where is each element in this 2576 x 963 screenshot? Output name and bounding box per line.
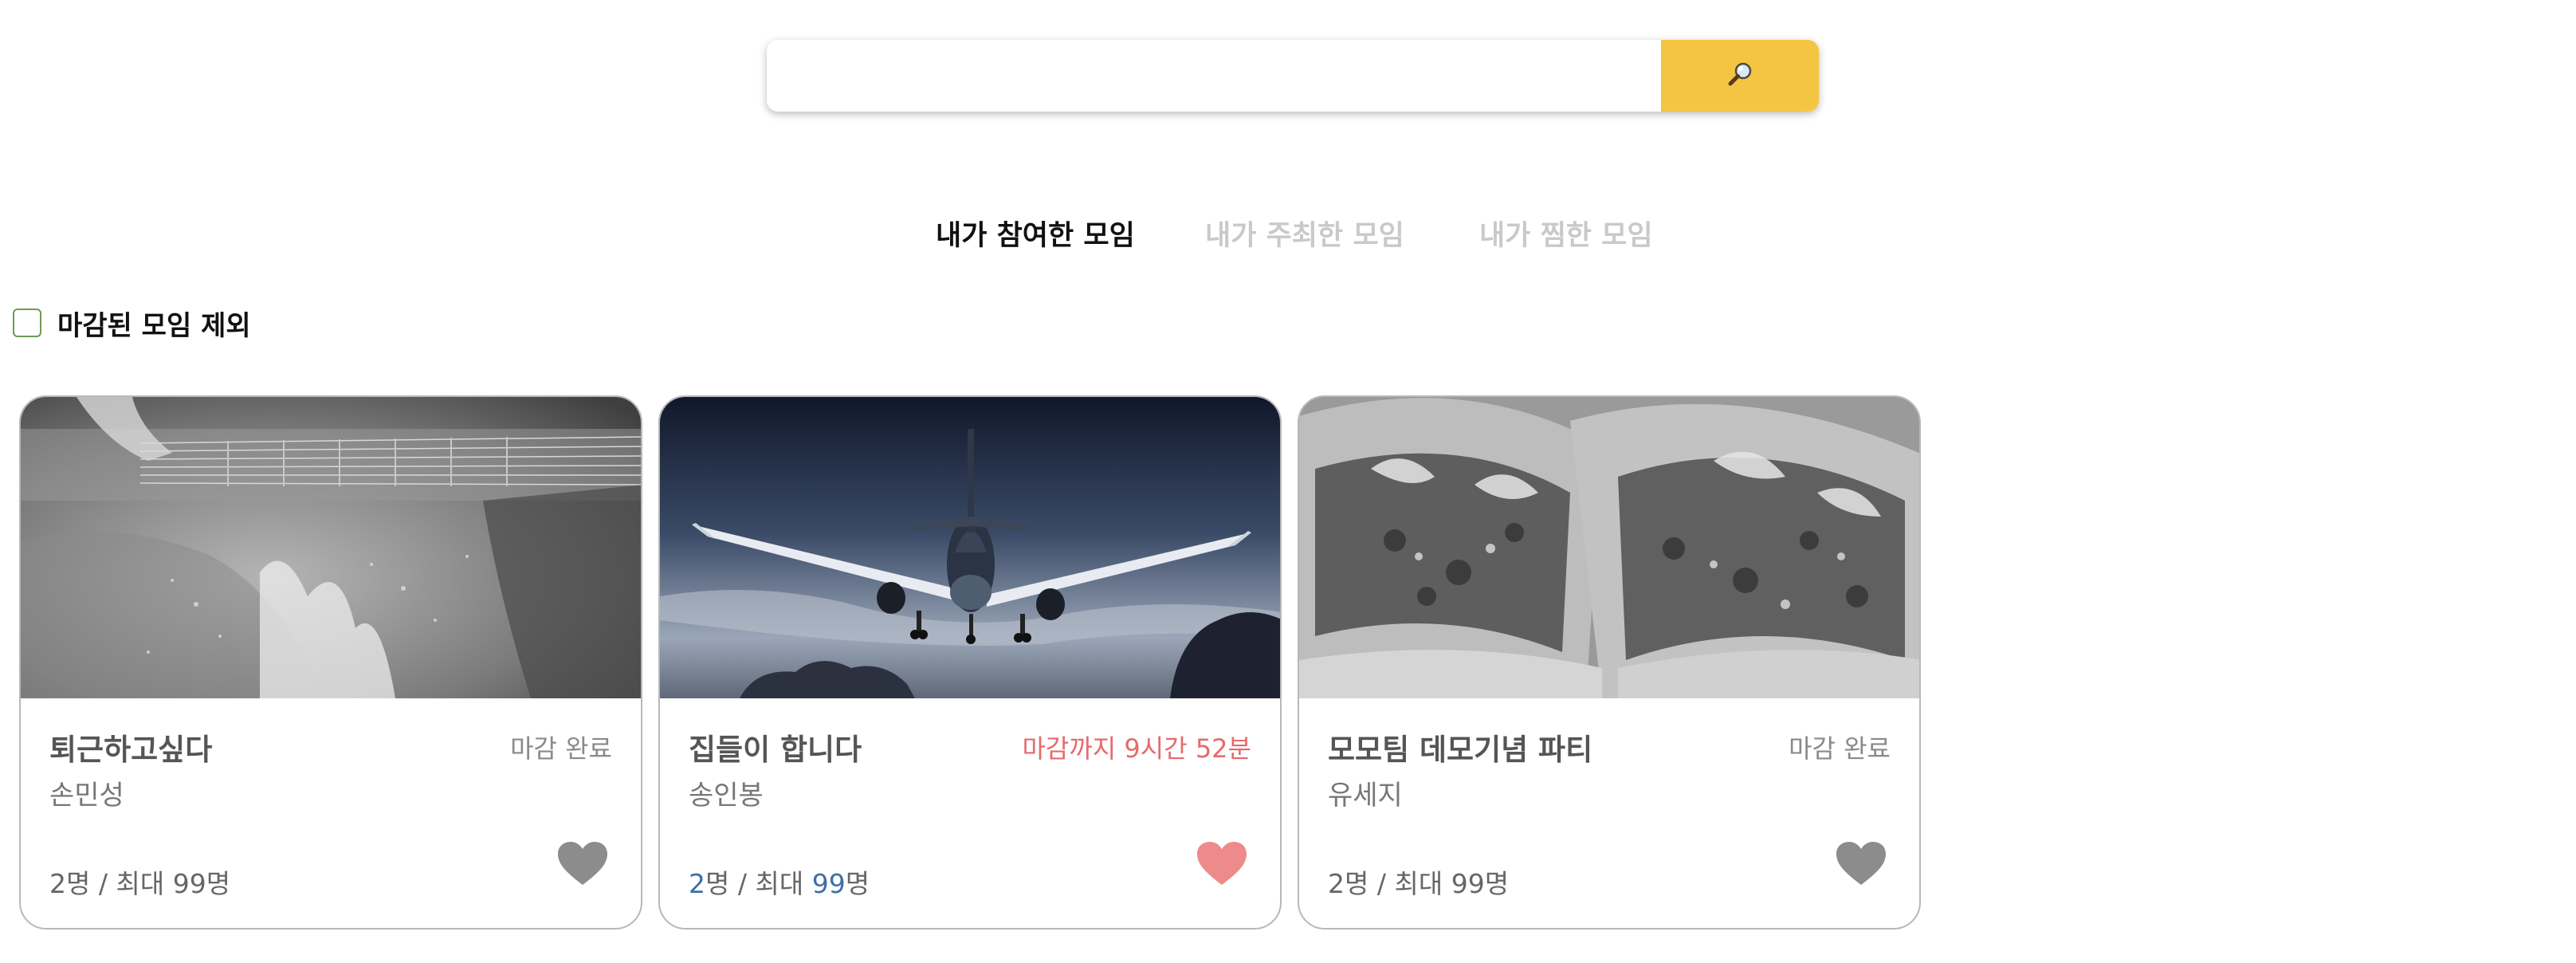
tab-bar: 내가 참여한 모임 내가 주최한 모임 내가 찜한 모임 (0, 212, 2576, 260)
current-count: 2명 (49, 868, 91, 899)
meeting-title: 퇴근하고싶다 (49, 733, 213, 767)
heart-icon[interactable] (1196, 840, 1248, 886)
exclude-closed-filter[interactable]: 마감된 모임 제외 (13, 303, 251, 343)
count-separator: / (737, 868, 747, 899)
tab-hosted[interactable]: 내가 주최한 모임 (1205, 212, 1404, 260)
current-count: 2명 (1328, 868, 1369, 899)
max-count: 99명 (172, 868, 231, 899)
max-label: 최대 (755, 868, 804, 899)
search-bar (767, 40, 1819, 112)
participant-count: 2명 / 최대 99명 (49, 863, 230, 901)
host-name: 유세지 (1328, 780, 1403, 812)
participant-count: 2명 / 최대 99명 (1328, 863, 1509, 901)
count-separator: / (98, 868, 108, 899)
meeting-title: 모모팀 데모기념 파티 (1328, 733, 1593, 767)
exclude-closed-checkbox[interactable] (13, 309, 41, 337)
count-separator: / (1376, 868, 1386, 899)
max-count: 99 (811, 868, 846, 899)
deadline-status: 마감 완료 (510, 733, 612, 764)
current-count-unit: 명 (705, 868, 730, 899)
heart-icon[interactable] (1835, 840, 1887, 886)
magnifier-icon (1724, 59, 1756, 93)
meeting-title: 집들이 합니다 (689, 733, 862, 767)
meeting-card[interactable]: 집들이 합니다 마감까지 9시간 52분 송인봉 2명 / 최대 99명 (658, 395, 1282, 930)
max-count-unit: 명 (845, 868, 870, 899)
host-name: 손민성 (49, 780, 124, 812)
meeting-card[interactable]: 모모팀 데모기념 파티 마감 완료 유세지 2명 / 최대 99명 (1298, 395, 1921, 930)
meeting-card[interactable]: 퇴근하고싶다 마감 완료 손민성 2명 / 최대 99명 (19, 395, 642, 930)
search-input[interactable] (767, 40, 1661, 112)
host-name: 송인봉 (689, 780, 764, 812)
tacos-photo (1299, 397, 1919, 698)
guitar-photo (21, 397, 641, 698)
deadline-status: 마감까지 9시간 52분 (1022, 733, 1251, 764)
deadline-status: 마감 완료 (1789, 733, 1891, 764)
exclude-closed-label: 마감된 모임 제외 (57, 309, 251, 342)
tab-liked[interactable]: 내가 찜한 모임 (1479, 212, 1653, 260)
current-count: 2 (689, 868, 705, 899)
max-count: 99명 (1451, 868, 1510, 899)
max-label: 최대 (116, 868, 165, 899)
page: 내가 참여한 모임 내가 주최한 모임 내가 찜한 모임 마감된 모임 제외 퇴… (0, 0, 2576, 963)
heart-icon[interactable] (556, 840, 609, 886)
participant-count: 2명 / 최대 99명 (689, 863, 870, 901)
tab-joined[interactable]: 내가 참여한 모임 (936, 212, 1135, 260)
airplane-photo (660, 397, 1280, 698)
search-button[interactable] (1661, 40, 1819, 112)
max-label: 최대 (1394, 868, 1443, 899)
